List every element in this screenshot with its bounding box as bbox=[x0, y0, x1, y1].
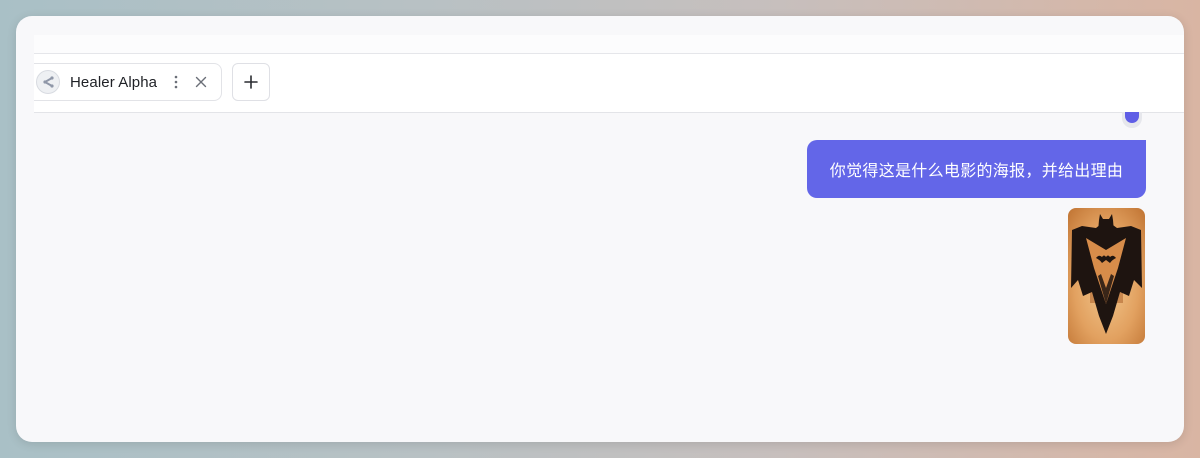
tab-bar: Healer Alpha bbox=[34, 54, 1184, 113]
add-tab-button[interactable] bbox=[232, 63, 270, 101]
user-avatar bbox=[1122, 112, 1142, 128]
top-strip bbox=[34, 35, 1184, 54]
share-icon bbox=[36, 70, 60, 94]
attached-image-poster[interactable] bbox=[1068, 208, 1145, 344]
plus-icon bbox=[244, 75, 258, 89]
user-message-bubble: 你觉得这是什么电影的海报，并给出理由 bbox=[807, 140, 1146, 198]
close-icon[interactable] bbox=[193, 74, 209, 90]
tab-label: Healer Alpha bbox=[70, 73, 158, 91]
app-window: Healer Alpha 你觉得这是什么电影的海报，并给出理由 bbox=[16, 16, 1184, 442]
message-text: 你觉得这是什么电影的海报，并给出理由 bbox=[829, 163, 1124, 180]
more-vertical-icon[interactable] bbox=[169, 72, 183, 92]
tab-healer-alpha[interactable]: Healer Alpha bbox=[34, 63, 222, 101]
